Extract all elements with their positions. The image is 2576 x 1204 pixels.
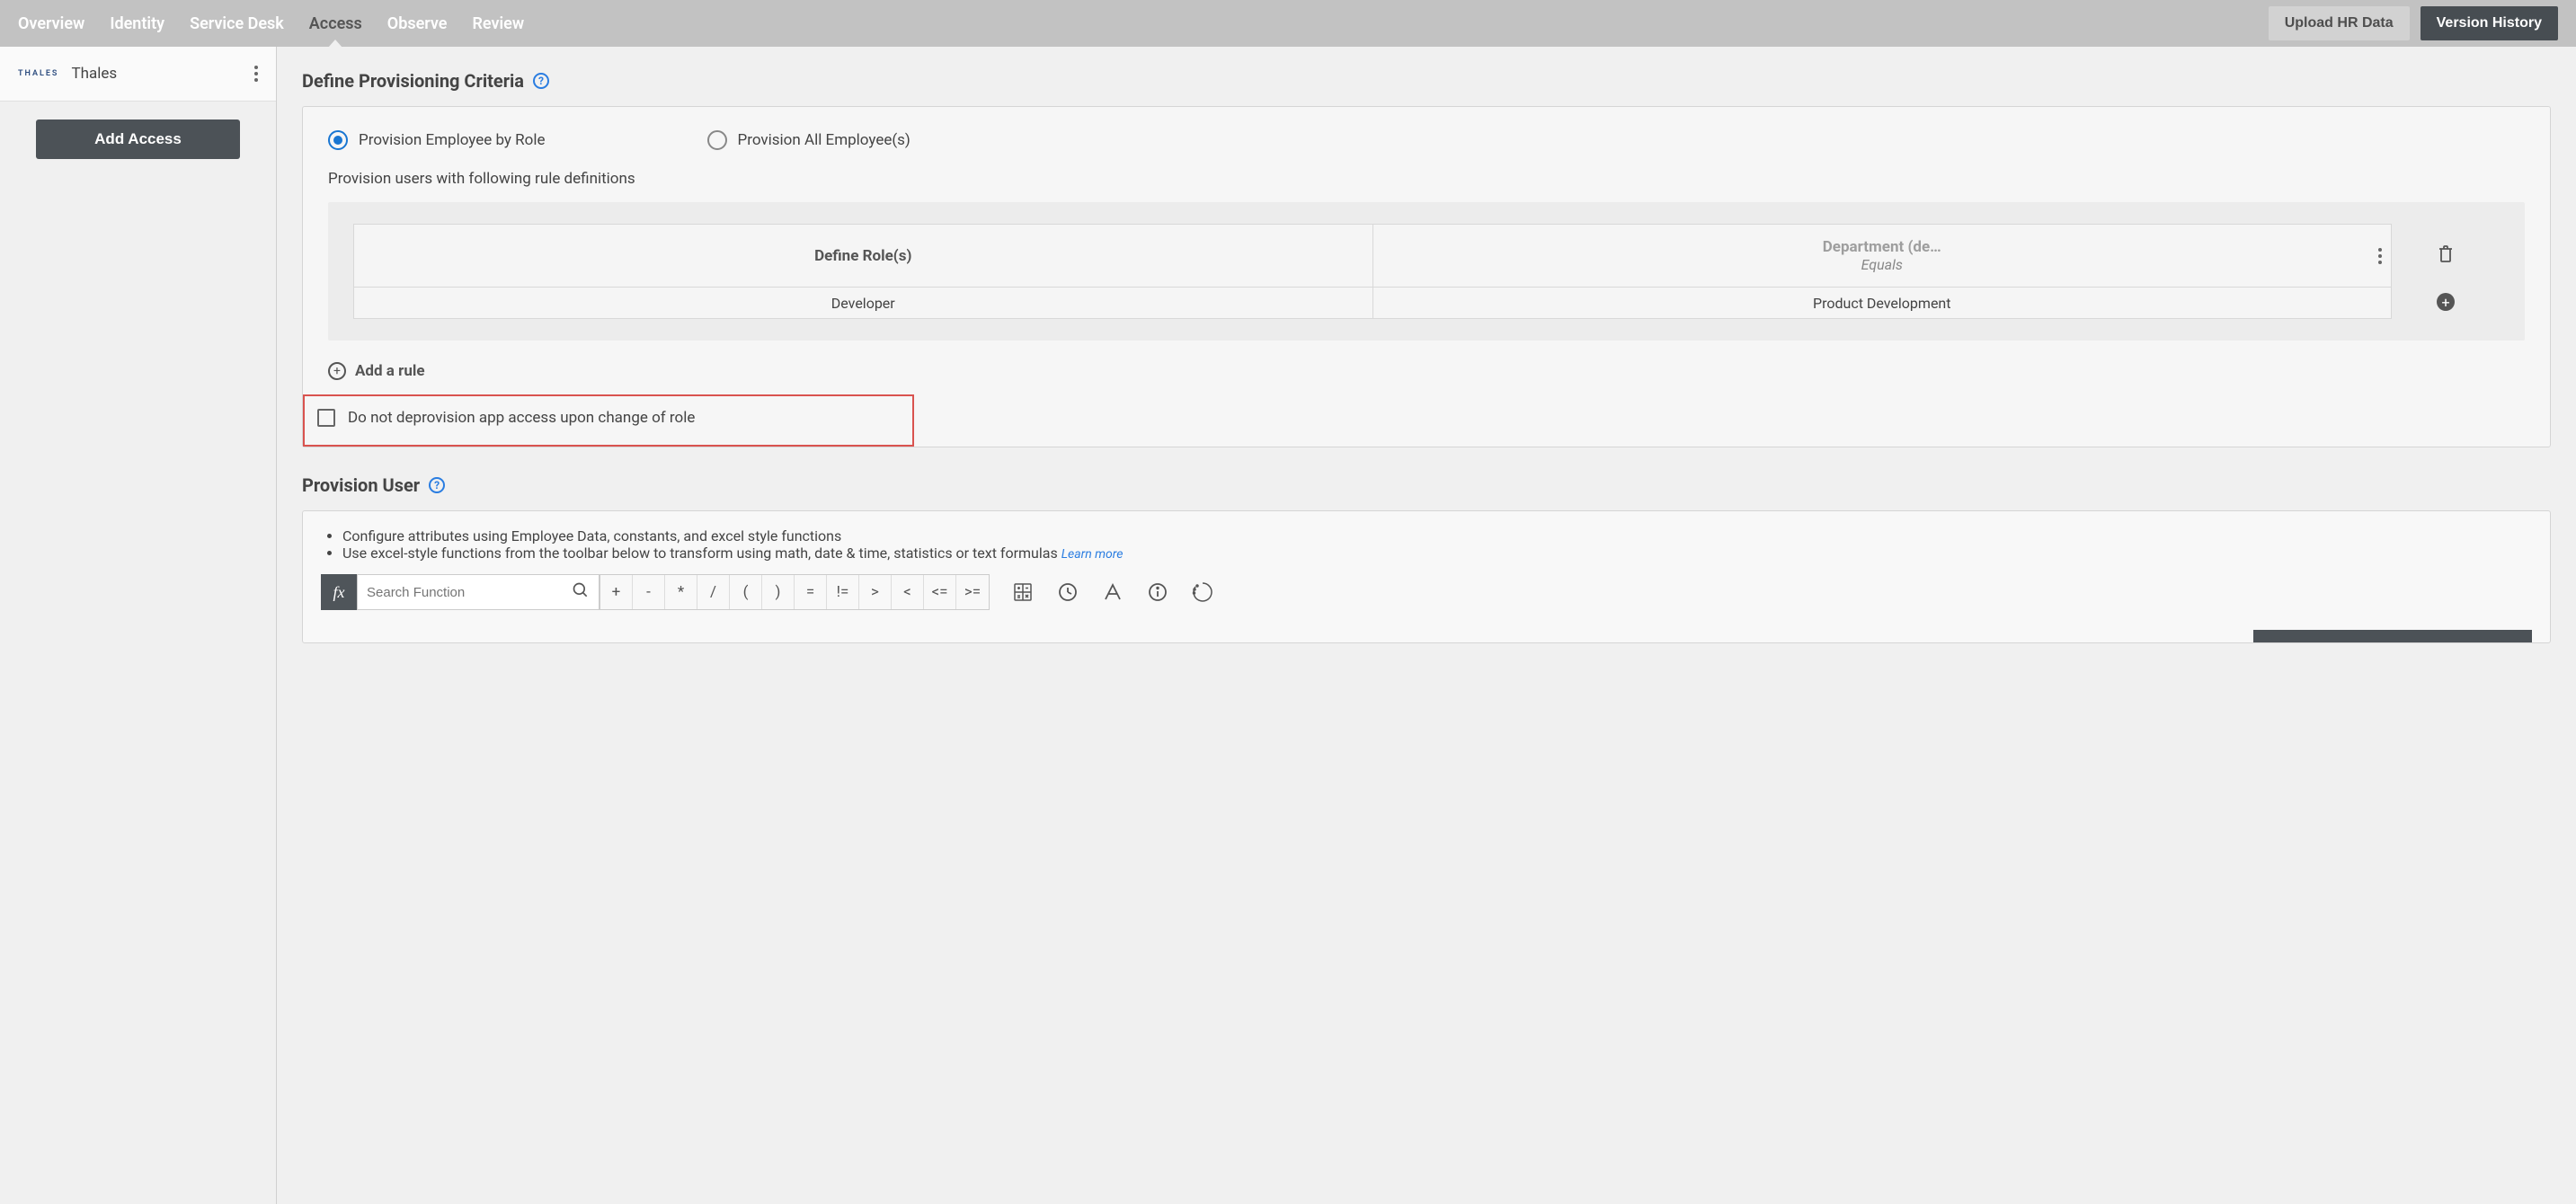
rule-definition-box: Define Role(s) Developer Department (de…… (328, 202, 2525, 341)
tab-service-desk[interactable]: Service Desk (190, 0, 284, 47)
tab-identity[interactable]: Identity (110, 0, 164, 47)
math-icon[interactable] (1000, 574, 1045, 610)
formula-toolbar: fx + - * / ( ) = != > < (321, 574, 2532, 610)
column-header-operator: Equals (1861, 256, 1903, 273)
tab-overview[interactable]: Overview (18, 0, 84, 47)
op-paren-open[interactable]: ( (730, 575, 762, 609)
sidebar-item-label: Thales (71, 65, 117, 83)
rule-definitions-label: Provision users with following rule defi… (328, 170, 2525, 188)
radio-label: Provision Employee by Role (359, 131, 546, 149)
column-header-roles: Define Role(s) (814, 247, 911, 265)
more-options-icon[interactable] (254, 66, 258, 82)
stats-icon[interactable] (1180, 574, 1225, 610)
info-list: Configure attributes using Employee Data… (321, 527, 2532, 562)
plus-outline-icon: + (328, 362, 346, 380)
upload-hr-data-button[interactable]: Upload HR Data (2269, 6, 2410, 40)
radio-provision-all[interactable]: Provision All Employee(s) (707, 130, 910, 150)
sidebar: THALES Thales Add Access (0, 47, 277, 1204)
delete-rule-icon[interactable] (2437, 243, 2455, 267)
info-bullet-2: Use excel-style functions from the toolb… (342, 544, 2532, 562)
op-plus[interactable]: + (600, 575, 633, 609)
thales-logo: THALES (18, 69, 58, 78)
department-cell[interactable]: Product Development (1373, 288, 2392, 318)
role-cell[interactable]: Developer (354, 288, 1372, 318)
add-rule-button[interactable]: + Add a rule (328, 362, 2525, 380)
bottom-dark-strip (2253, 630, 2532, 642)
provisioning-criteria-panel: Provision Employee by Role Provision All… (302, 106, 2551, 447)
add-access-button[interactable]: Add Access (36, 120, 240, 159)
deprovision-checkbox-row: Do not deprovision app access upon chang… (303, 394, 914, 447)
add-rule-label: Add a rule (355, 362, 425, 380)
radio-icon (707, 130, 727, 150)
version-history-button[interactable]: Version History (2421, 6, 2558, 40)
add-row-icon[interactable]: + (2437, 293, 2455, 311)
op-gte[interactable]: >= (956, 575, 989, 609)
function-category-icons (1000, 574, 1225, 610)
time-icon[interactable] (1045, 574, 1090, 610)
op-paren-close[interactable]: ) (762, 575, 795, 609)
top-nav-actions: Upload HR Data Version History (2269, 6, 2558, 40)
deprovision-checkbox[interactable] (317, 409, 335, 427)
provision-user-panel: Configure attributes using Employee Data… (302, 510, 2551, 643)
info-icon[interactable] (1135, 574, 1180, 610)
op-multiply[interactable]: * (665, 575, 697, 609)
help-icon[interactable]: ? (533, 73, 549, 89)
learn-more-link[interactable]: Learn more (1061, 547, 1124, 562)
section-title-provisioning-criteria: Define Provisioning Criteria (302, 70, 524, 92)
op-gt[interactable]: > (859, 575, 892, 609)
op-not-equals[interactable]: != (827, 575, 859, 609)
radio-label: Provision All Employee(s) (738, 131, 910, 149)
top-nav-bar: Overview Identity Service Desk Access Ob… (0, 0, 2576, 47)
op-lte[interactable]: <= (924, 575, 956, 609)
column-more-icon[interactable] (2378, 248, 2382, 264)
radio-icon (328, 130, 348, 150)
info-bullet-1: Configure attributes using Employee Data… (342, 527, 2532, 544)
tab-review[interactable]: Review (472, 0, 524, 47)
radio-provision-by-role[interactable]: Provision Employee by Role (328, 130, 546, 150)
sidebar-item-thales[interactable]: THALES Thales (0, 47, 276, 102)
rule-column-roles: Define Role(s) Developer (353, 224, 1373, 319)
main-content: Define Provisioning Criteria ? Provision… (277, 47, 2576, 1204)
tab-observe[interactable]: Observe (387, 0, 448, 47)
column-header-department: Department (de… (1823, 238, 1941, 256)
section-title-provision-user: Provision User (302, 474, 420, 496)
rule-column-department: Department (de… Equals Product Developme… (1373, 224, 2393, 319)
search-function-wrap (357, 574, 600, 610)
search-function-input[interactable] (367, 585, 572, 600)
operator-group: + - * / ( ) = != > < <= >= (600, 574, 990, 610)
op-equals[interactable]: = (795, 575, 827, 609)
help-icon[interactable]: ? (429, 477, 445, 493)
search-icon[interactable] (572, 581, 590, 604)
op-minus[interactable]: - (633, 575, 665, 609)
op-lt[interactable]: < (892, 575, 924, 609)
tab-access[interactable]: Access (309, 0, 362, 47)
deprovision-checkbox-label: Do not deprovision app access upon chang… (348, 409, 695, 427)
top-nav-tabs: Overview Identity Service Desk Access Ob… (18, 0, 524, 47)
text-icon[interactable] (1090, 574, 1135, 610)
op-divide[interactable]: / (697, 575, 730, 609)
fx-icon[interactable]: fx (321, 574, 357, 610)
